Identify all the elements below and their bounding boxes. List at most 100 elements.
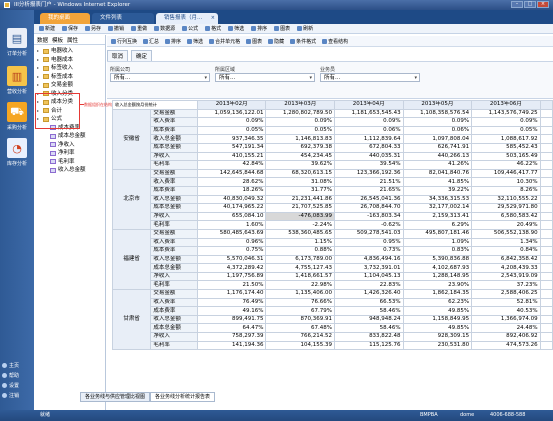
value-cell[interactable]: 37.23%	[471, 280, 541, 291]
value-cell[interactable]: 20.49%	[471, 220, 541, 230]
metric-cell[interactable]: 收入费率	[150, 177, 198, 187]
value-cell[interactable]: 672,804.33	[334, 142, 404, 153]
region-cell[interactable]: 北京市	[112, 168, 152, 230]
value-cell[interactable]: 1,197,756.89	[196, 271, 267, 282]
value-cell[interactable]: 123,366,192.36	[334, 168, 404, 179]
metric-cell[interactable]: 收入费率	[150, 237, 198, 248]
metric-cell[interactable]: 成本费率	[150, 185, 198, 196]
toolbar2-button-4[interactable]: 合并单元格	[209, 38, 240, 45]
tab-close-icon[interactable]: ×	[211, 13, 215, 24]
value-cell[interactable]: 40.53%	[471, 306, 541, 316]
value-cell[interactable]: 0.09%	[471, 117, 541, 127]
value-cell[interactable]: 21.50%	[196, 280, 267, 291]
tree-node[interactable]: 收入总金额	[34, 166, 105, 175]
expand-icon[interactable]: ▸	[37, 81, 41, 90]
toolbar2-button-0[interactable]: 行列互换	[111, 38, 137, 45]
tree-node[interactable]: 成本总金额	[34, 132, 105, 141]
value-cell[interactable]: 5,390,836.88	[402, 254, 473, 265]
value-cell[interactable]: 0.05%	[265, 125, 336, 136]
column-header[interactable]: 2013年03月	[265, 100, 336, 110]
toolbar2-button-3[interactable]: 筛选	[187, 38, 203, 45]
value-cell[interactable]: 42.84%	[196, 160, 267, 170]
value-cell[interactable]: 0.83%	[402, 246, 473, 256]
filter-company-select[interactable]: 所有...	[110, 73, 210, 82]
value-cell[interactable]: 758,297.39	[196, 332, 267, 342]
value-cell[interactable]: 1,097,808.04	[402, 134, 473, 144]
value-cell[interactable]: 66.53%	[334, 297, 404, 308]
nav-inventory-analysis[interactable]: ◔ 库存分析	[3, 138, 31, 172]
value-cell[interactable]: 655,084.10	[196, 211, 267, 222]
value-cell[interactable]: 21.51%	[334, 177, 404, 187]
value-cell[interactable]: 58.46%	[334, 323, 404, 334]
expand-icon[interactable]: ▸	[37, 64, 41, 73]
value-cell[interactable]: 26,545,041.36	[334, 194, 404, 205]
value-cell[interactable]: 31.08%	[265, 177, 336, 187]
expand-icon[interactable]: ▸	[37, 73, 41, 82]
value-cell[interactable]: 32,110,555.22	[471, 194, 541, 205]
filter-salesman-select[interactable]: 所有...	[320, 73, 420, 82]
sheet-tab[interactable]: 各业务线与供应管理比视图	[80, 392, 151, 402]
value-cell[interactable]: 1,426,326.40	[334, 289, 404, 299]
value-cell[interactable]: 1.60%	[196, 220, 267, 230]
toolbar2-button-1[interactable]: 汇总	[143, 38, 159, 45]
value-cell[interactable]: 4,372,289.42	[196, 263, 267, 273]
value-cell[interactable]: 1,135,406.00	[265, 289, 336, 299]
tree-node[interactable]: ▸ 标签成本	[34, 73, 105, 82]
value-cell[interactable]: 21,231,441.86	[265, 194, 336, 205]
metric-cell[interactable]: 成本总金额	[150, 203, 198, 213]
value-cell[interactable]: 82,041,840.76	[402, 168, 473, 179]
value-cell[interactable]: 4,836,494.16	[334, 254, 404, 265]
value-cell[interactable]: 0.05%	[471, 125, 541, 136]
value-cell[interactable]: 766,214.52	[265, 332, 336, 342]
value-cell[interactable]: 62.23%	[402, 297, 473, 308]
value-cell[interactable]: 2,588,406.25	[471, 289, 541, 299]
value-cell[interactable]: 34,336,315.53	[402, 194, 473, 205]
value-cell[interactable]: 40,830,049.32	[196, 194, 267, 205]
sys-logout[interactable]: 注销	[2, 392, 19, 399]
value-cell[interactable]: 41.26%	[402, 160, 473, 170]
value-cell[interactable]: 1,143,576,749.25	[471, 108, 541, 119]
value-cell[interactable]: 41.85%	[402, 177, 473, 187]
value-cell[interactable]: 3,732,391.01	[334, 263, 404, 273]
value-cell[interactable]: 58.46%	[334, 306, 404, 316]
value-cell[interactable]: 76.49%	[196, 297, 267, 308]
tab-my-desktop[interactable]: 我的桌面	[40, 13, 90, 24]
region-cell[interactable]: 甘肃省	[112, 289, 152, 351]
value-cell[interactable]: 410,155.21	[196, 151, 267, 162]
region-cell[interactable]: 福建省	[112, 228, 152, 291]
value-cell[interactable]: 0.06%	[334, 125, 404, 136]
value-cell[interactable]: 626,741.91	[402, 142, 473, 153]
metric-cell[interactable]: 净收入	[150, 211, 198, 222]
metric-cell[interactable]: 收入总金额	[150, 314, 198, 325]
value-cell[interactable]: 4,208,439.33	[471, 263, 541, 273]
value-cell[interactable]: 1,862,184.35	[402, 289, 473, 299]
value-cell[interactable]: 2,159,313.41	[402, 211, 473, 222]
column-header[interactable]: 2013年02月	[196, 100, 267, 110]
sys-settings[interactable]: 设置	[2, 382, 19, 389]
toolbar1-button-5[interactable]: 数据源	[154, 25, 175, 32]
toolbar1-button-10[interactable]: 图表	[274, 25, 290, 32]
value-cell[interactable]: 67.79%	[265, 306, 336, 316]
value-cell[interactable]: 8.26%	[471, 185, 541, 196]
value-cell[interactable]: 580,485,643.69	[196, 228, 267, 239]
value-cell[interactable]: 1,146,813.83	[265, 134, 336, 144]
value-cell[interactable]: 833,822.48	[334, 332, 404, 342]
value-cell[interactable]: 39.62%	[265, 160, 336, 170]
value-cell[interactable]: 692,379.38	[265, 142, 336, 153]
tree-node[interactable]: 毛利率	[34, 158, 105, 167]
value-cell[interactable]: 115,125.76	[334, 340, 404, 351]
value-cell[interactable]: 1,088,617.92	[471, 134, 541, 144]
tab-file-list[interactable]: 文件列表	[92, 13, 154, 24]
metric-cell[interactable]: 收入总金额	[150, 254, 198, 265]
value-cell[interactable]: 1,280,802,789.50	[265, 108, 336, 119]
toolbar1-button-4[interactable]: 重做	[131, 25, 147, 32]
tree-node[interactable]: ▸ 标签收入	[34, 64, 105, 73]
metric-cell[interactable]: 毛利率	[150, 280, 198, 291]
value-cell[interactable]: 454,234.45	[265, 151, 336, 162]
metric-cell[interactable]: 毛利率	[150, 160, 198, 170]
metric-cell[interactable]: 交易金额	[150, 108, 198, 119]
value-cell[interactable]: 2,543,919.09	[471, 271, 541, 282]
value-cell[interactable]: 0.09%	[334, 117, 404, 127]
metric-cell[interactable]: 成本总金额	[150, 142, 198, 153]
tree-node[interactable]: ▸ 电器收入	[34, 47, 105, 56]
